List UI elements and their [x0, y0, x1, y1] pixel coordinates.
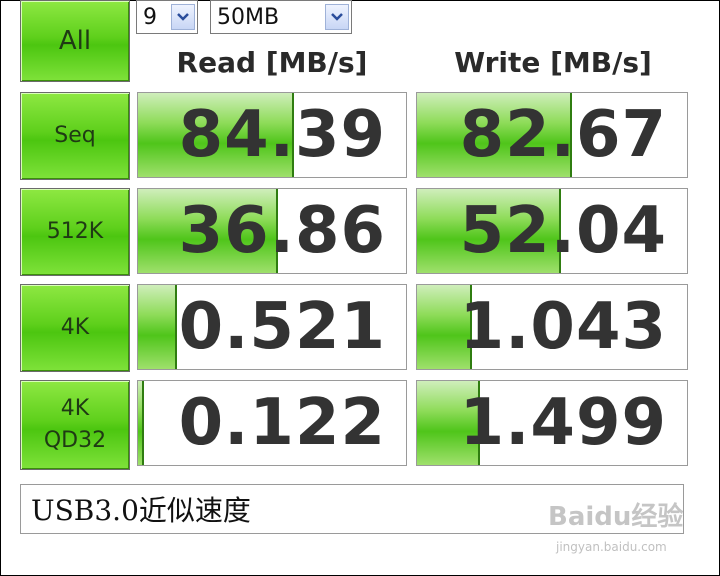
4k-read-bar-edge	[174, 285, 177, 369]
test-size-value: 50MB	[217, 4, 280, 30]
seq-write-result: 82.67	[416, 92, 688, 178]
seq-write-value: 82.67	[459, 98, 667, 172]
512k-read-result: 36.86	[137, 188, 407, 274]
512k-test-button[interactable]: 512K	[20, 188, 130, 276]
4k-qd32-write-value: 1.499	[459, 386, 667, 460]
4k-test-label: 4K	[60, 315, 90, 340]
4k-qd32-read-value: 0.122	[178, 386, 386, 460]
test-size-select[interactable]: 50MB	[210, 0, 352, 34]
4k-qd32-test-button[interactable]: 4K QD32	[20, 380, 130, 470]
seq-test-button[interactable]: Seq	[20, 92, 130, 180]
512k-read-value: 36.86	[178, 194, 386, 268]
512k-test-label: 512K	[46, 219, 104, 244]
4k-qd32-write-result: 1.499	[416, 380, 688, 466]
4k-qd32-label-line1: 4K	[60, 396, 90, 421]
comment-text: USB3.0近似速度	[31, 494, 251, 527]
chevron-down-icon[interactable]	[171, 4, 195, 30]
test-count-select[interactable]: 9	[136, 0, 198, 34]
4k-write-result: 1.043	[416, 284, 688, 370]
4k-read-value: 0.521	[178, 290, 386, 364]
4k-write-value: 1.043	[459, 290, 667, 364]
seq-read-value: 84.39	[178, 98, 386, 172]
4k-qd32-label-line2: QD32	[43, 428, 107, 453]
512k-write-result: 52.04	[416, 188, 688, 274]
test-count-value: 9	[143, 4, 157, 30]
run-all-button[interactable]: All	[20, 0, 130, 82]
seq-read-result: 84.39	[137, 92, 407, 178]
4k-read-bar	[138, 285, 176, 369]
4k-qd32-read-result: 0.122	[137, 380, 407, 466]
seq-test-label: Seq	[54, 123, 96, 148]
4k-test-button[interactable]: 4K	[20, 284, 130, 372]
512k-write-value: 52.04	[459, 194, 667, 268]
4k-qd32-read-bar-edge	[142, 381, 145, 465]
write-column-header: Write [MB/s]	[454, 46, 652, 79]
baidu-watermark-url: jingyan.baidu.com	[556, 540, 667, 554]
read-column-header: Read [MB/s]	[176, 46, 368, 79]
chevron-down-icon[interactable]	[325, 4, 349, 30]
run-all-label: All	[58, 26, 92, 56]
4k-read-result: 0.521	[137, 284, 407, 370]
baidu-watermark-logo: Baidu经验	[548, 502, 684, 532]
